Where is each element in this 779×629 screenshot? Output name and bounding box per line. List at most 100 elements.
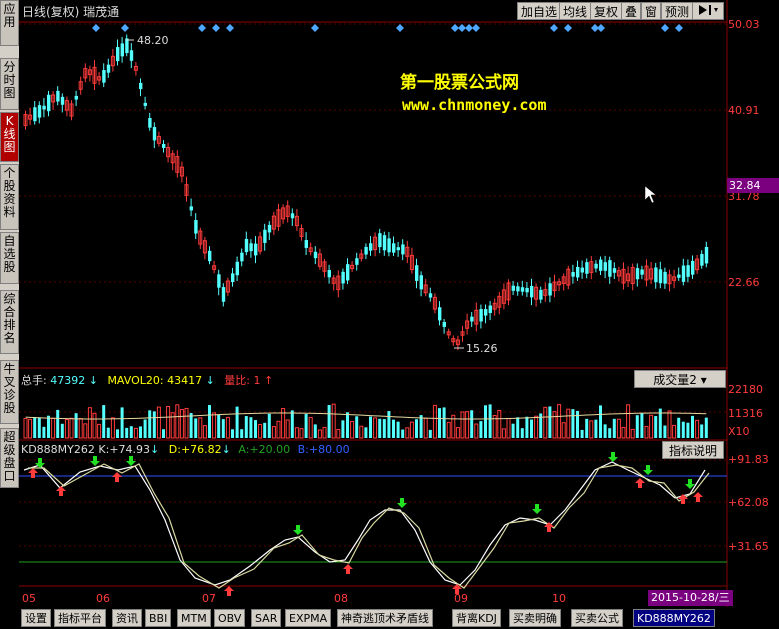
candle-body-down: [194, 220, 198, 234]
volume-bar: [208, 405, 211, 438]
indicator-name: KD888MY262: [21, 443, 95, 456]
sell-up-arrow-icon: [56, 486, 66, 496]
candle-body-down: [120, 43, 124, 57]
a-label: A:: [238, 443, 250, 456]
volume-bar: [308, 416, 313, 439]
indicator-help-button[interactable]: 指标说明: [662, 441, 724, 459]
tab-mtm[interactable]: MTM: [177, 609, 211, 627]
tab-obv[interactable]: OBV: [214, 609, 246, 627]
candle-body-down: [346, 264, 350, 281]
volume-bar: [271, 426, 276, 439]
volume-bar: [621, 426, 626, 439]
volume-bar: [534, 415, 539, 439]
tab-magic-escape[interactable]: 神奇逃顶术矛盾线: [337, 609, 433, 627]
signal-diamond-icon: [472, 24, 480, 32]
buy-down-arrow-icon: [532, 504, 542, 514]
sell-up-arrow-icon: [693, 492, 703, 502]
candle-body-down: [419, 275, 423, 290]
tab-bbi[interactable]: BBI: [145, 609, 172, 627]
candle-body-down: [33, 107, 37, 122]
candle-body-down: [691, 260, 695, 275]
candle-body-down: [438, 307, 442, 321]
x-tick-label: 07: [202, 592, 216, 605]
volume-bar: [198, 417, 203, 439]
volume-bar: [396, 421, 400, 438]
candle-body-down: [290, 213, 295, 219]
tab-kd888my262[interactable]: KD888MY262: [633, 609, 715, 627]
volume-bar: [244, 416, 248, 438]
candle-body-down: [304, 240, 308, 248]
volume-bar: [51, 417, 56, 439]
indicator-axis-label: +91.83: [728, 453, 769, 466]
volume-bar: [60, 423, 64, 438]
tab-buy-sell-formula[interactable]: 买卖公式: [571, 609, 623, 627]
candle-body-down: [704, 246, 709, 264]
candle-body-down: [152, 127, 157, 141]
candle-body-down: [382, 235, 387, 251]
candle-body-down: [143, 102, 147, 106]
volume-bar: [355, 416, 359, 438]
candle-body-down: [327, 270, 331, 278]
signal-diamond-icon: [564, 24, 572, 32]
volume-bar: [148, 410, 152, 438]
volume-bar: [520, 428, 524, 438]
volume-bar: [102, 405, 106, 438]
candle-body-down: [415, 265, 419, 281]
volume-bar: [446, 421, 451, 439]
volume-bar: [152, 411, 156, 438]
candle-body-down: [369, 243, 373, 251]
volume-bar: [644, 426, 649, 439]
volume-bar: [64, 419, 69, 439]
volume-bar: [350, 421, 355, 439]
x-tick-label: 10: [552, 592, 566, 605]
volume-bar: [74, 413, 78, 438]
volume-bar: [599, 405, 602, 438]
candle-body-down: [221, 287, 226, 302]
candle-body-down: [249, 243, 253, 252]
tab-indicator-platform[interactable]: 指标平台: [54, 609, 106, 627]
tab-news[interactable]: 资讯: [112, 609, 142, 627]
a-value: +20.00: [249, 443, 291, 456]
signal-diamond-icon: [311, 24, 319, 32]
tab-sar[interactable]: SAR: [251, 609, 282, 627]
volume-indicator-button[interactable]: 成交量2 ▾: [634, 370, 726, 388]
volume-bar: [423, 417, 428, 439]
volume-bar: [608, 428, 612, 438]
chevron-down-icon: ▾: [700, 373, 707, 387]
candle-body-down: [603, 262, 607, 271]
signal-diamond-icon: [396, 24, 404, 32]
candle-body-down: [428, 293, 433, 298]
candle-body-down: [189, 206, 193, 211]
candle-body-down: [520, 287, 525, 292]
candle-body-down: [539, 289, 543, 300]
volume-bar: [225, 416, 230, 439]
volume-bar: [28, 418, 33, 439]
x-tick-label: 06: [96, 592, 110, 605]
candle-body-down: [102, 70, 106, 83]
volume-ratio-label: 量比:: [224, 374, 251, 387]
mavol-line: [25, 412, 707, 420]
tab-settings[interactable]: 设置: [21, 609, 51, 627]
kline-chart[interactable]: 48.20 15.26 05 06 07 08 09 10: [0, 0, 779, 607]
volume-bar: [336, 428, 341, 439]
tab-expma[interactable]: EXPMA: [285, 609, 332, 627]
tab-buy-sell-clear[interactable]: 买卖明确: [509, 609, 561, 627]
mavol-label: MAVOL20:: [107, 374, 164, 387]
volume-bar: [616, 418, 621, 439]
candle-body-down: [484, 309, 488, 316]
tab-divergence-kdj[interactable]: 背离KDJ: [452, 609, 501, 627]
candle-body-down: [640, 269, 644, 275]
volume-bar: [455, 427, 460, 439]
price-axis-label: 40.91: [728, 104, 760, 117]
volume-bar: [566, 408, 571, 439]
volume-bar: [231, 429, 234, 438]
signal-diamond-icon: [198, 24, 206, 32]
candle-body-down: [231, 273, 235, 283]
candle-body-down: [392, 243, 396, 253]
candle-body-down: [599, 259, 603, 271]
volume-bar: [267, 413, 271, 438]
candle-body-down: [571, 272, 575, 277]
volume-bar: [217, 414, 221, 438]
k-label: K:: [98, 443, 110, 456]
volume-bar: [479, 421, 483, 438]
